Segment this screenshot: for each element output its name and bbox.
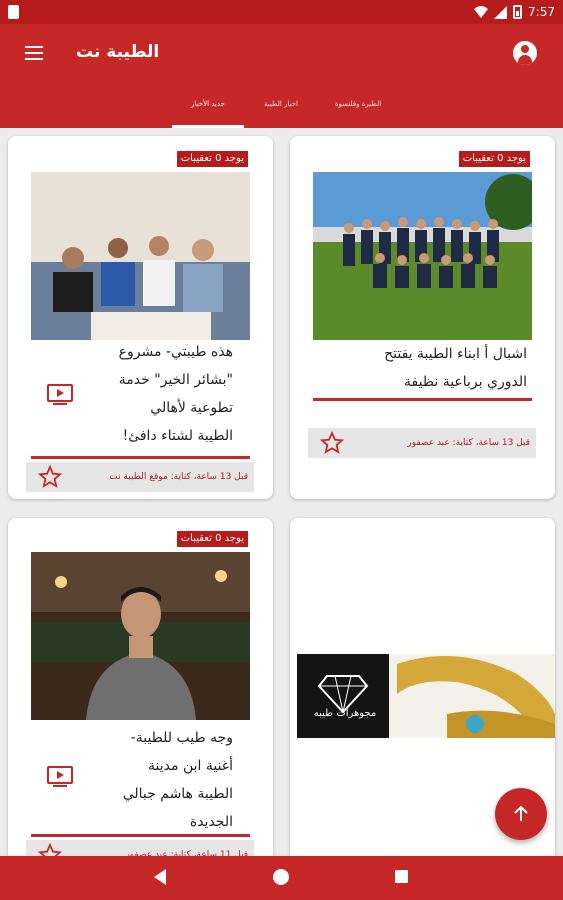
- status-bar: 7:57: [0, 0, 563, 24]
- comments-badge: يوجد 0 تعقيبات: [457, 150, 531, 168]
- scroll-top-button[interactable]: [495, 788, 547, 840]
- status-icons: 7:57: [474, 3, 555, 21]
- star-icon[interactable]: [38, 465, 62, 489]
- news-title-line: الدوري برباعية نظيفة: [404, 374, 527, 390]
- star-icon[interactable]: [320, 431, 344, 455]
- news-title-line: "بشائر الخير" خدمة: [118, 372, 233, 388]
- news-title-line: الطيبة لشتاء دافئ!: [122, 428, 233, 444]
- news-card[interactable]: يوجد 0 تعقيبات اشبال أ ابناء الطيبة يفتت…: [290, 136, 555, 499]
- system-nav-bar: [0, 856, 563, 900]
- news-card[interactable]: يوجد 0 تعقيبات وجه طيب للطيبة- أغنية ابن…: [8, 518, 273, 858]
- tab-taibe-news[interactable]: اخبار الطيبة: [250, 80, 312, 128]
- app-bar: الطيبة نت جديد الأخبار اخبار الطيبة الطي…: [0, 24, 563, 128]
- news-image: [31, 552, 250, 720]
- news-title-line: الجديدة: [189, 814, 233, 830]
- news-title: هذه طيبتي- مشروع "بشائر الخير" خدمة تطوع…: [53, 338, 233, 450]
- news-grid: يوجد 0 تعقيبات اشبال أ ابناء الطيبة يفتت…: [0, 128, 563, 858]
- divider: [31, 456, 250, 459]
- news-title-line: وجه طيب للطيبة-: [130, 730, 233, 746]
- news-title: وجه طيب للطيبة- أغنية ابن مدينة الطيبة ه…: [53, 724, 233, 836]
- news-image: [31, 172, 250, 340]
- tab-bar: جديد الأخبار اخبار الطيبة الطيرة وقلنسوة: [0, 80, 563, 128]
- news-card[interactable]: يوجد 0 تعقيبات هذه طيبتي- مشروع "بشائر ا…: [8, 136, 273, 499]
- account-icon[interactable]: [513, 41, 537, 65]
- video-icon: [47, 384, 73, 405]
- back-icon[interactable]: [153, 868, 167, 886]
- home-icon[interactable]: [273, 869, 289, 885]
- arrow-up-icon: [514, 805, 528, 821]
- news-image: [313, 172, 532, 340]
- app-title: الطيبة نت: [76, 42, 160, 62]
- comments-badge: يوجد 0 تعقيبات: [175, 150, 249, 168]
- news-title: اشبال أ ابناء الطيبة يفتتح الدوري برباعي…: [317, 340, 527, 396]
- signal-icon: [494, 5, 508, 19]
- status-time: 7:57: [528, 5, 555, 19]
- comments-badge: يوجد 0 تعقيبات: [175, 530, 249, 548]
- menu-icon[interactable]: [22, 42, 46, 66]
- recent-apps-icon[interactable]: [395, 870, 408, 883]
- ad-image: [297, 654, 555, 738]
- battery-icon: [513, 5, 523, 19]
- news-title-line: اشبال أ ابناء الطيبة يفتتح: [384, 346, 527, 362]
- video-icon: [47, 766, 73, 787]
- news-title-line: تطوعية لأهالي: [150, 400, 233, 416]
- notification-icon: [8, 5, 19, 19]
- tab-latest-news[interactable]: جديد الأخبار: [172, 80, 244, 128]
- wifi-icon: [474, 6, 489, 18]
- divider: [31, 834, 250, 837]
- divider: [313, 398, 532, 401]
- ad-brand-text: مجوهرات طيبه: [313, 708, 377, 719]
- tab-tira-qalansawe[interactable]: الطيرة وقلنسوة: [318, 80, 398, 128]
- news-title-line: الطيبة هاشم جبالي: [122, 786, 233, 802]
- news-title-line: هذه طيبتي- مشروع: [118, 344, 233, 360]
- news-title-line: أغنية ابن مدينة: [148, 758, 233, 774]
